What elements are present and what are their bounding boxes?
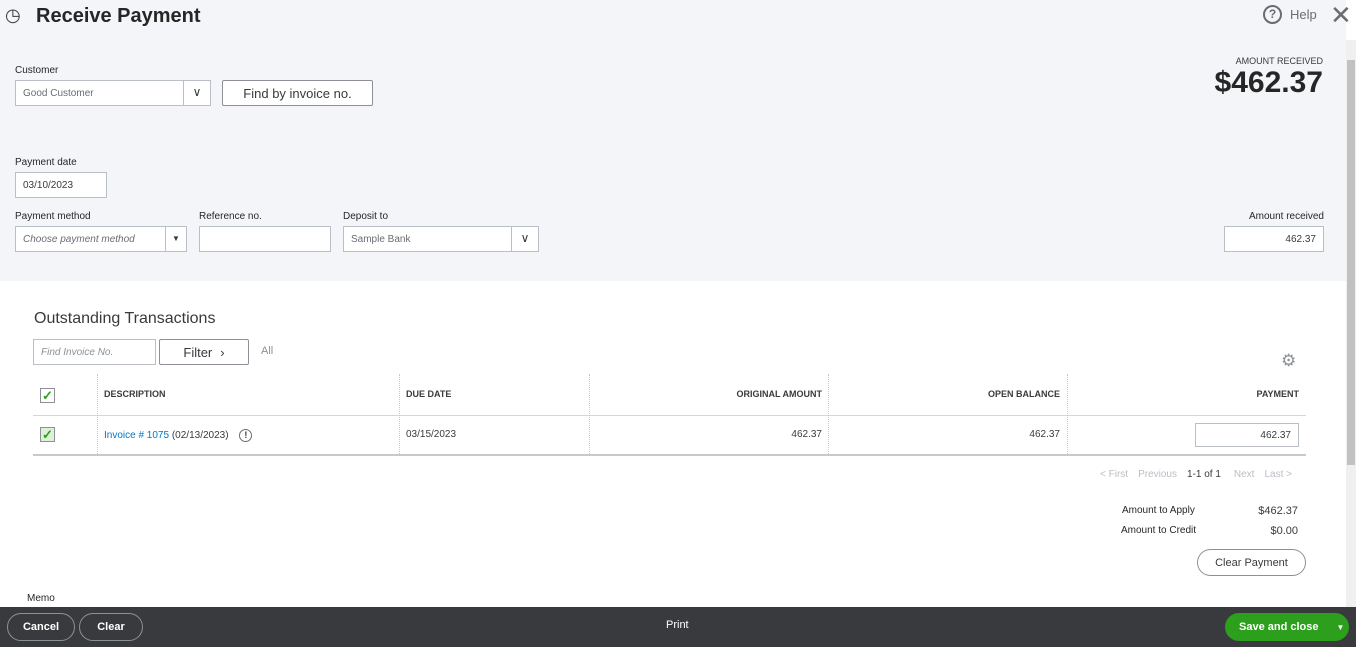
payment-method-placeholder: Choose payment method [23,233,135,245]
deposit-to-value: Sample Bank [351,233,411,245]
amount-received-field-label: Amount received [1248,211,1324,222]
info-alert-icon[interactable]: ! [239,429,253,442]
amount-to-credit-value: $0.00 [1270,525,1298,537]
cancel-button[interactable]: Cancel [7,613,75,641]
clear-payment-button[interactable]: Clear Payment [1197,549,1306,576]
outstanding-title: Outstanding Transactions [34,310,216,327]
deposit-to-label: Deposit to [343,211,389,222]
payment-input[interactable]: 462.37 [1195,423,1299,447]
save-and-close-button[interactable]: Save and close ▼ [1225,613,1349,641]
page-range: 1-1 of 1 [1186,469,1221,480]
payment-method-label: Payment method [15,211,91,222]
filter-button[interactable]: Filter › [159,339,249,365]
invoice-date: (02/13/2023) [171,430,229,441]
col-original-amount[interactable]: ORIGINAL AMOUNT [737,389,823,399]
find-by-invoice-button[interactable]: Find by invoice no. [222,80,373,106]
history-icon[interactable]: ◷ [5,5,21,26]
filter-label: Filter [183,344,213,360]
payment-date-input[interactable]: 03/10/2023 [15,172,107,198]
customer-select[interactable]: Good Customer [15,80,211,106]
chevron-down-icon[interactable]: ∨ [511,227,538,251]
table-row: Invoice # 1075 (02/13/2023) ! [104,429,253,442]
clear-button[interactable]: Clear [79,613,143,641]
page-title: Receive Payment [36,5,201,27]
scrollbar[interactable] [1346,40,1356,607]
gear-icon[interactable]: ⚙ [1281,351,1296,371]
select-all-checkbox[interactable]: ✓ [40,388,55,403]
table-divider [33,415,1306,416]
chevron-down-icon[interactable]: ∨ [183,81,210,105]
col-description[interactable]: DESCRIPTION [104,389,166,399]
due-date-cell: 03/15/2023 [406,429,457,440]
col-payment[interactable]: PAYMENT [1256,389,1299,399]
print-link[interactable]: Print [666,619,689,631]
next-page[interactable]: Next [1234,469,1255,480]
col-due-date[interactable]: DUE DATE [406,389,451,399]
dropdown-arrow-icon[interactable]: ▼ [1337,623,1345,632]
previous-page[interactable]: Previous [1138,469,1177,480]
original-amount-cell: 462.37 [791,429,822,440]
amount-to-credit-label: Amount to Credit [1121,525,1197,536]
reference-input[interactable] [199,226,331,252]
customer-value: Good Customer [23,87,94,99]
last-page[interactable]: Last > [1264,469,1292,480]
payment-date-label: Payment date [15,157,77,168]
amount-received-input[interactable]: 462.37 [1224,226,1324,252]
first-page[interactable]: < First [1100,469,1128,480]
amount-to-apply-value: $462.37 [1258,505,1298,517]
chevron-right-icon: › [220,344,225,360]
close-icon[interactable]: ✕ [1330,0,1352,31]
memo-label: Memo [27,593,55,604]
dropdown-arrow-icon[interactable]: ▼ [165,227,186,251]
save-and-close-label: Save and close [1239,621,1319,633]
table-bottom [33,454,1306,456]
row-checkbox[interactable]: ✓ [40,427,55,442]
deposit-to-select[interactable]: Sample Bank [343,226,539,252]
invoice-link[interactable]: Invoice # 1075 [104,430,169,441]
amount-received-total: $462.37 [1214,66,1323,99]
pagination: < First Previous 1-1 of 1 Next Last > [1100,469,1292,480]
filter-all: All [261,345,274,357]
amount-to-apply-label: Amount to Apply [1122,505,1195,516]
open-balance-cell: 462.37 [1029,429,1060,440]
reference-label: Reference no. [199,211,262,222]
help-icon[interactable]: ? [1263,5,1282,24]
customer-label: Customer [15,65,59,76]
col-open-balance[interactable]: OPEN BALANCE [988,389,1060,399]
find-invoice-input[interactable]: Find Invoice No. [33,339,156,365]
help-link[interactable]: Help [1290,7,1317,22]
payment-method-select[interactable]: Choose payment method [15,226,187,252]
amount-received-label: AMOUNT RECEIVED [1235,56,1323,66]
